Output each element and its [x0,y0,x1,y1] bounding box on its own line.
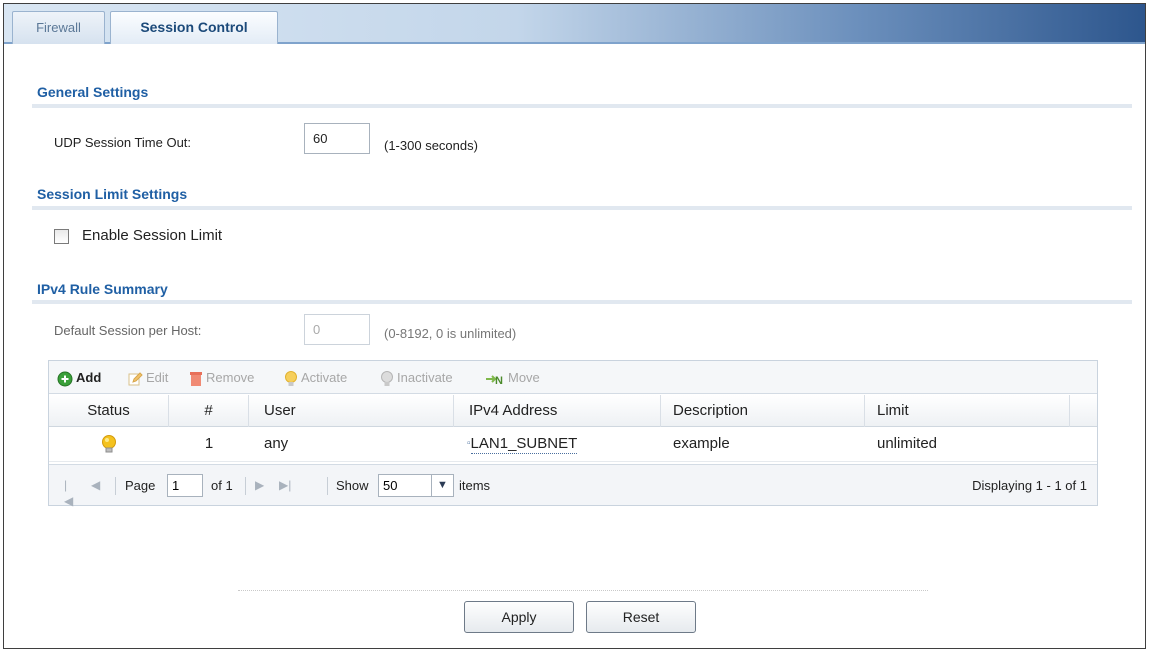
rule-table: Add Edit Remove Activate Inactivate N Mov… [48,360,1098,508]
default-session-label: Default Session per Host: [54,323,202,338]
activate-button[interactable]: Activate [284,369,347,387]
show-label: Show [336,478,369,493]
column-header-ipv4-address[interactable]: IPv4 Address [454,395,661,427]
reset-button[interactable]: Reset [586,601,696,633]
edit-label: Edit [146,370,169,385]
ipv4-rule-summary-title: IPv4 Rule Summary [37,281,168,297]
bulb-off-icon [381,370,393,386]
tab-bar: Firewall Session Control [4,4,1145,44]
status-cell [49,428,169,462]
edit-icon [128,371,143,386]
rule-user: any [264,435,289,452]
session-control-panel: Firewall Session Control General Setting… [3,3,1146,649]
column-header-number[interactable]: # [169,395,249,427]
next-page-icon[interactable]: ▶ [255,477,267,493]
page-number-input[interactable] [167,474,203,497]
trash-icon [190,371,202,386]
first-page-icon[interactable]: |◀ [64,477,76,508]
udp-timeout-input[interactable] [304,123,370,154]
rule-description: example [673,435,730,452]
address-object-icon: ▫ [467,438,471,450]
bulb-on-icon [102,435,116,453]
bulb-on-icon [285,370,297,386]
section-divider [32,206,1132,210]
add-label: Add [76,370,102,385]
remove-button[interactable]: Remove [189,369,254,387]
default-session-hint: (0-8192, 0 is unlimited) [384,326,517,341]
activate-label: Activate [301,370,348,385]
displaying-count: Displaying 1 - 1 of 1 [972,478,1087,493]
page-count-label: of 1 [211,478,233,493]
pagination-bar: |◀ ◀ Page of 1 ▶ ▶| Show ▼ items Display… [49,464,1097,508]
table-header: Status # User IPv4 Address Description L… [49,395,1097,427]
section-divider [32,104,1132,108]
previous-page-icon[interactable]: ◀ [91,477,103,493]
enable-session-limit-checkbox[interactable] [54,229,69,244]
column-header-description[interactable]: Description [661,395,865,427]
remove-label: Remove [206,370,255,385]
page-label: Page [125,478,156,493]
page-size-select[interactable] [378,474,432,497]
default-session-input[interactable] [304,314,370,345]
add-icon [57,371,73,387]
pager-divider [245,477,246,495]
column-header-limit[interactable]: Limit [865,395,1070,427]
column-header-status[interactable]: Status [49,395,169,427]
move-button[interactable]: N Move [485,369,540,387]
general-settings-title: General Settings [37,84,149,100]
rule-ipv4-address[interactable]: ▫LAN1_SUBNET [467,428,637,462]
inactivate-button[interactable]: Inactivate [380,369,453,387]
add-button[interactable]: Add [57,369,101,387]
udp-timeout-label: UDP Session Time Out: [54,135,192,150]
pager-divider [115,477,116,495]
move-label: Move [508,370,540,385]
move-icon: N [486,375,503,387]
edit-button[interactable]: Edit [127,369,168,387]
udp-timeout-hint: (1-300 seconds) [384,138,478,153]
apply-button[interactable]: Apply [464,601,574,633]
tab-firewall[interactable]: Firewall [12,11,105,44]
table-row[interactable]: 1 any ▫LAN1_SUBNET example unlimited [49,428,1097,462]
column-header-user[interactable]: User [249,395,454,427]
rule-number: 1 [204,435,214,452]
svg-text:N: N [495,375,503,387]
footer-divider [238,590,928,591]
rule-limit: unlimited [877,435,938,452]
rule-ipv4-address-link[interactable]: LAN1_SUBNET [470,435,578,454]
chevron-down-icon[interactable]: ▼ [432,474,454,497]
section-divider [32,300,1132,304]
session-limit-title: Session Limit Settings [37,186,188,202]
items-label: items [459,478,491,493]
last-page-icon[interactable]: ▶| [279,477,291,493]
inactivate-label: Inactivate [397,370,453,385]
table-toolbar: Add Edit Remove Activate Inactivate N Mov… [49,361,1097,394]
pager-divider [327,477,328,495]
tab-session-control[interactable]: Session Control [110,11,278,44]
enable-session-limit-label[interactable]: Enable Session Limit [82,227,222,244]
